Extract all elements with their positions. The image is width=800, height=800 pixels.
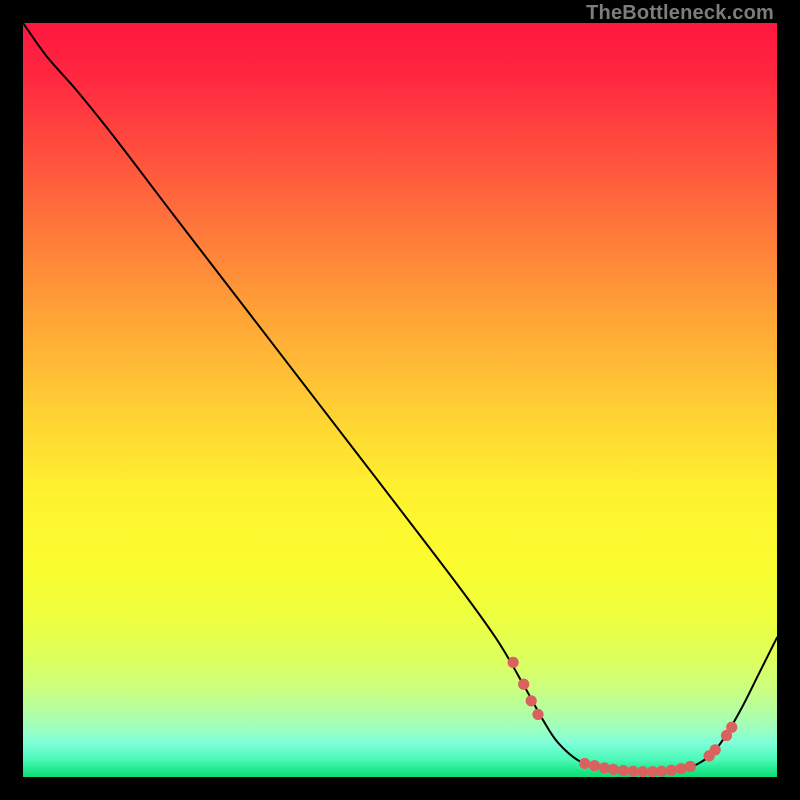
data-marker [710,744,721,755]
data-marker [608,764,619,775]
bottleneck-chart [23,23,777,777]
data-marker [685,761,696,772]
data-marker [518,679,529,690]
data-marker [656,766,667,777]
data-marker [526,695,537,706]
data-marker [508,657,519,668]
data-marker [666,765,677,776]
data-marker [579,758,590,769]
data-marker [637,766,648,777]
data-marker [627,766,638,777]
data-marker [618,765,629,776]
data-marker [589,760,600,771]
data-marker [532,709,543,720]
plot-background [23,23,777,777]
attribution-label: TheBottleneck.com [586,2,774,25]
data-marker [726,722,737,733]
chart-stage: TheBottleneck.com [0,0,800,800]
